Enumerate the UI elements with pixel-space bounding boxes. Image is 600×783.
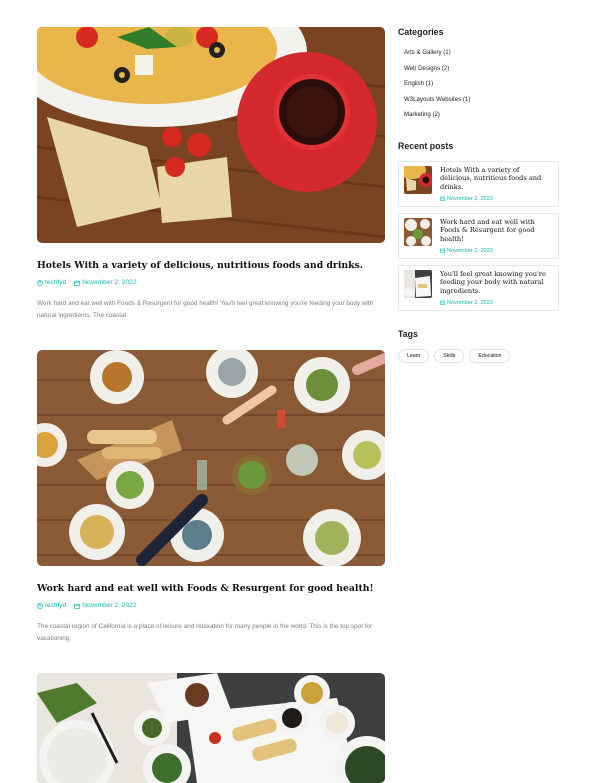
recent-posts: Recent posts Hotels With a variety of de… (398, 141, 559, 311)
user-icon (37, 279, 43, 286)
tag-learn[interactable]: Learn (398, 348, 430, 363)
post-card (37, 673, 385, 783)
post-image-table-spread[interactable] (37, 350, 385, 566)
recent-post-title[interactable]: You'll feel great knowing you're feeding… (440, 270, 553, 296)
post-title[interactable]: Work hard and eat well with Foods & Resu… (37, 582, 385, 595)
post-card: Work hard and eat well with Foods & Resu… (37, 350, 385, 645)
recent-post-date: November 2, 2022 (440, 248, 553, 254)
recent-post-item[interactable]: Hotels With a variety of delicious, nutr… (398, 160, 559, 207)
category-item[interactable]: English (1) (398, 78, 559, 94)
recent-post-date-text: November 2, 2022 (447, 247, 494, 254)
sidebar: Categories Arts & Gallery (1) Web Design… (398, 27, 559, 363)
recent-post-thumbnail[interactable] (404, 269, 432, 298)
calendar-icon (440, 196, 445, 201)
calendar-icon (74, 603, 81, 609)
tag-education[interactable]: Education (469, 348, 511, 363)
recent-post-thumbnail[interactable] (404, 217, 432, 246)
post-excerpt: Work hard and eat well with Foods & Resu… (37, 300, 374, 319)
recent-post-thumbnail[interactable] (404, 165, 432, 194)
calendar-icon (440, 248, 445, 254)
tags-heading: Tags (398, 328, 418, 339)
post-date-text: November 2, 2022 (82, 602, 137, 609)
post-date-text: November 2, 2022 (82, 279, 137, 286)
tag-list: Learn Skills Education (398, 348, 559, 363)
post-excerpt: The coastal region of California is a pl… (37, 623, 373, 642)
recent-post-item[interactable]: Work hard and eat well with Foods & Resu… (398, 212, 559, 259)
category-item[interactable]: Arts & Gallery (1) (398, 47, 559, 63)
category-item[interactable]: Marketing (2) (398, 109, 559, 125)
recent-post-date-text: November 2, 2022 (447, 299, 494, 306)
post-meta: techfyd November 2, 2022 (37, 279, 385, 286)
author[interactable]: techfyd (37, 602, 66, 609)
recent-post-body: You'll feel great knowing you're feeding… (440, 270, 553, 306)
recent-post-title[interactable]: Hotels With a variety of delicious, nutr… (440, 166, 553, 192)
recent-post-item[interactable]: You'll feel great knowing you're feeding… (398, 264, 559, 311)
recent-post-title[interactable]: Work hard and eat well with Foods & Resu… (440, 218, 553, 244)
author-name[interactable]: techfyd (45, 602, 66, 609)
post-date: November 2, 2022 (74, 279, 137, 286)
calendar-icon (74, 280, 81, 286)
recent-post-date: November 2, 2022 (440, 196, 553, 202)
post-title[interactable]: Hotels With a variety of delicious, nutr… (37, 259, 385, 272)
recent-post-date-text: November 2, 2022 (447, 195, 494, 202)
post-card: Hotels With a variety of delicious, nutr… (37, 27, 385, 322)
tags-section: Tags Learn Skills Education (398, 329, 559, 363)
recent-post-body: Hotels With a variety of delicious, nutr… (440, 166, 553, 202)
calendar-icon (440, 301, 445, 306)
recent-post-date: November 2, 2022 (440, 300, 553, 306)
post-meta: techfyd November 2, 2022 (37, 602, 385, 609)
recent-posts-heading: Recent posts (398, 140, 454, 151)
categories-list: Arts & Gallery (1) Web Designs (2) Engli… (398, 47, 559, 125)
categories-heading: Categories (398, 27, 444, 37)
post-date: November 2, 2022 (74, 602, 137, 609)
tag-skills[interactable]: Skills (434, 348, 465, 363)
post-list: Hotels With a variety of delicious, nutr… (37, 27, 385, 783)
user-icon (37, 602, 43, 609)
post-image-asian-dishes[interactable] (37, 673, 385, 783)
category-item[interactable]: Web Designs (2) (398, 63, 559, 79)
author-name[interactable]: techfyd (45, 279, 66, 286)
category-item[interactable]: W3Layouts Websites (1) (398, 94, 559, 110)
author[interactable]: techfyd (37, 279, 66, 286)
recent-post-body: Work hard and eat well with Foods & Resu… (440, 218, 553, 254)
post-image-omelette[interactable] (37, 27, 385, 243)
